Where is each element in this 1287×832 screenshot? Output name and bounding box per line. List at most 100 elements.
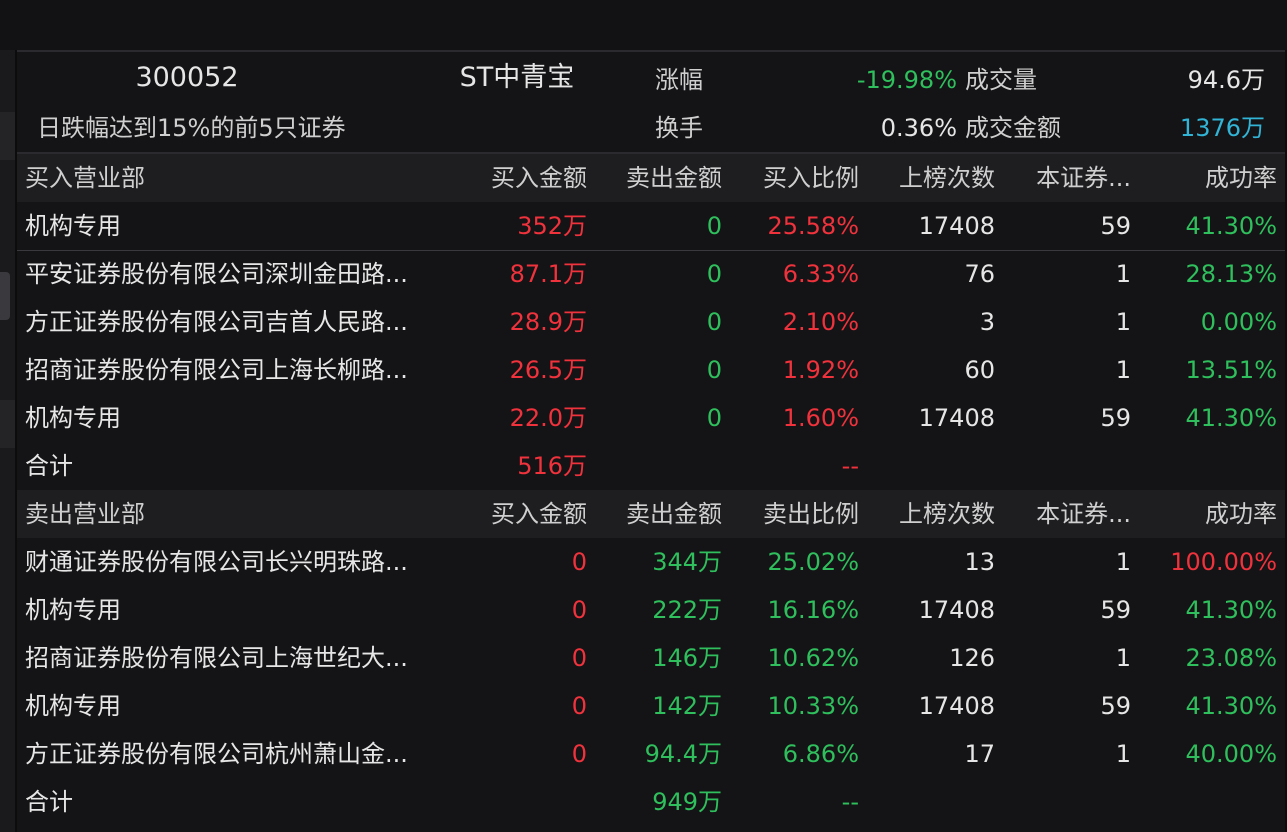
table-row[interactable]: 招商证券股份有限公司上海世纪大... 0 146万 10.62% 126 1 23.08% — [17, 634, 1285, 682]
table-row[interactable]: 财通证券股份有限公司长兴明珠路... 0 344万 25.02% 13 1 100.00% — [17, 538, 1285, 586]
sell_section-col-name-header: 卖出营业部 — [25, 500, 145, 528]
buy-amount: 352万 — [517, 212, 587, 240]
success-rate: 13.51% — [1185, 356, 1277, 384]
broker-name: 招商证券股份有限公司上海世纪大... — [25, 644, 408, 672]
turnover-value: 0.36% — [880, 114, 957, 142]
sell_section-header-row[interactable]: 卖出营业部 买入金额 卖出金额 卖出比例 上榜次数 本证券... 成功率 — [17, 490, 1285, 538]
sell-amount: 142万 — [652, 692, 722, 720]
buy-amount: 0 — [571, 644, 587, 672]
list-times: 17408 — [918, 404, 995, 432]
success-rate: 41.30% — [1185, 692, 1277, 720]
table-row[interactable]: 平安证券股份有限公司深圳金田路... 87.1万 0 6.33% 76 1 28.13% — [17, 250, 1285, 298]
table-row[interactable]: 方正证券股份有限公司杭州萧山金... 0 94.4万 6.86% 17 1 40.00% — [17, 730, 1285, 778]
ratio: 1.60% — [782, 404, 859, 432]
success-rate: 40.00% — [1185, 740, 1277, 768]
dragon-tiger-panel: 300052 ST中青宝 日跌幅达到15%的前5只证券 涨幅 -19.98% 成… — [17, 50, 1285, 832]
sell_section-col-this-header: 本证券... — [1036, 500, 1131, 528]
this-security-times: 1 — [1115, 356, 1131, 384]
sell-amount: 0 — [706, 260, 722, 288]
broker-name: 平安证券股份有限公司深圳金田路... — [25, 260, 408, 288]
ratio: 6.86% — [782, 740, 859, 768]
broker-name: 方正证券股份有限公司吉首人民路... — [25, 308, 408, 336]
sell_section-col-sell-header: 卖出金额 — [626, 500, 722, 528]
ratio: 6.33% — [782, 260, 859, 288]
buy_section-col-name-header: 买入营业部 — [25, 164, 145, 192]
broker-name: 招商证券股份有限公司上海长柳路... — [25, 356, 408, 384]
broker-name: 机构专用 — [25, 212, 121, 240]
buy-amount: 0 — [571, 692, 587, 720]
sell_section-col-times-header: 上榜次数 — [899, 500, 995, 528]
broker-name: 机构专用 — [25, 692, 121, 720]
change-value: -19.98% — [856, 66, 957, 94]
change-label: 涨幅 — [655, 66, 703, 94]
left-sidebar-strip — [0, 50, 15, 832]
total-buy-amount: 516万 — [517, 452, 587, 480]
list-times: 17408 — [918, 692, 995, 720]
table-row[interactable]: 方正证券股份有限公司吉首人民路... 28.9万 0 2.10% 3 1 0.00% — [17, 298, 1285, 346]
success-rate: 0.00% — [1200, 308, 1277, 336]
list-times: 17408 — [918, 596, 995, 624]
buy_section-col-this-header: 本证券... — [1036, 164, 1131, 192]
broker-name: 方正证券股份有限公司杭州萧山金... — [25, 740, 408, 768]
ratio: 1.92% — [782, 356, 859, 384]
buy_section-col-buy-header: 买入金额 — [491, 164, 587, 192]
sell-amount: 344万 — [652, 548, 722, 576]
sell_section-total-row: 合计 949万 -- — [17, 778, 1285, 826]
success-rate: 41.30% — [1185, 404, 1277, 432]
success-rate: 41.30% — [1185, 596, 1277, 624]
sell_section-col-ratio-header: 卖出比例 — [763, 500, 859, 528]
success-rate: 100.00% — [1170, 548, 1277, 576]
buy_section-col-ratio-header: 买入比例 — [763, 164, 859, 192]
total-label: 合计 — [25, 788, 73, 816]
sidebar-band — [0, 112, 15, 160]
buy-amount: 0 — [571, 740, 587, 768]
table-row[interactable]: 机构专用 22.0万 0 1.60% 17408 59 41.30% — [17, 394, 1285, 442]
this-security-times: 1 — [1115, 308, 1131, 336]
table-row[interactable]: 机构专用 0 222万 16.16% 17408 59 41.30% — [17, 586, 1285, 634]
table-row[interactable]: 机构专用 0 142万 10.33% 17408 59 41.30% — [17, 682, 1285, 730]
broker-name: 机构专用 — [25, 404, 121, 432]
buy-amount: 26.5万 — [509, 356, 587, 384]
list-times: 17 — [964, 740, 995, 768]
this-security-times: 1 — [1115, 548, 1131, 576]
list-times: 17408 — [918, 212, 995, 240]
buy-amount: 22.0万 — [509, 404, 587, 432]
list-times: 60 — [964, 356, 995, 384]
broker-name: 财通证券股份有限公司长兴明珠路... — [25, 548, 408, 576]
stock-code[interactable]: 300052 — [97, 54, 277, 102]
this-security-times: 59 — [1100, 692, 1131, 720]
top-toolbar — [0, 0, 1287, 50]
this-security-times: 1 — [1115, 740, 1131, 768]
sell-amount: 0 — [706, 212, 722, 240]
stock-header: 300052 ST中青宝 日跌幅达到15%的前5只证券 涨幅 -19.98% 成… — [17, 52, 1285, 152]
buy-amount: 28.9万 — [509, 308, 587, 336]
broker-name: 机构专用 — [25, 596, 121, 624]
this-security-times: 59 — [1100, 596, 1131, 624]
volume-label: 成交量 — [965, 66, 1037, 94]
buy-amount: 0 — [571, 548, 587, 576]
amount-label: 成交金额 — [965, 114, 1061, 142]
buy_section-total-row: 合计 516万 -- — [17, 442, 1285, 490]
turnover-label: 换手 — [655, 114, 703, 142]
list-reason: 日跌幅达到15%的前5只证券 — [37, 114, 346, 142]
total-ratio: -- — [841, 788, 859, 816]
sell-amount: 0 — [706, 356, 722, 384]
success-rate: 41.30% — [1185, 212, 1277, 240]
success-rate: 28.13% — [1185, 260, 1277, 288]
ratio: 2.10% — [782, 308, 859, 336]
sidebar-handle[interactable] — [0, 272, 10, 320]
sell-amount: 94.4万 — [644, 740, 722, 768]
amount-value: 1376万 — [1179, 114, 1265, 142]
buy_section-header-row[interactable]: 买入营业部 买入金额 卖出金额 买入比例 上榜次数 本证券... 成功率 — [17, 154, 1285, 202]
sell-amount: 222万 — [652, 596, 722, 624]
table-row[interactable]: 招商证券股份有限公司上海长柳路... 26.5万 0 1.92% 60 1 13.51% — [17, 346, 1285, 394]
ratio: 25.58% — [767, 212, 859, 240]
stock-name[interactable]: ST中青宝 — [417, 54, 617, 102]
table-row[interactable]: 机构专用 352万 0 25.58% 17408 59 41.30% — [17, 202, 1285, 251]
list-times: 13 — [964, 548, 995, 576]
this-security-times: 59 — [1100, 212, 1131, 240]
buy-amount: 87.1万 — [509, 260, 587, 288]
buy-amount: 0 — [571, 596, 587, 624]
total-label: 合计 — [25, 452, 73, 480]
ratio: 16.16% — [767, 596, 859, 624]
